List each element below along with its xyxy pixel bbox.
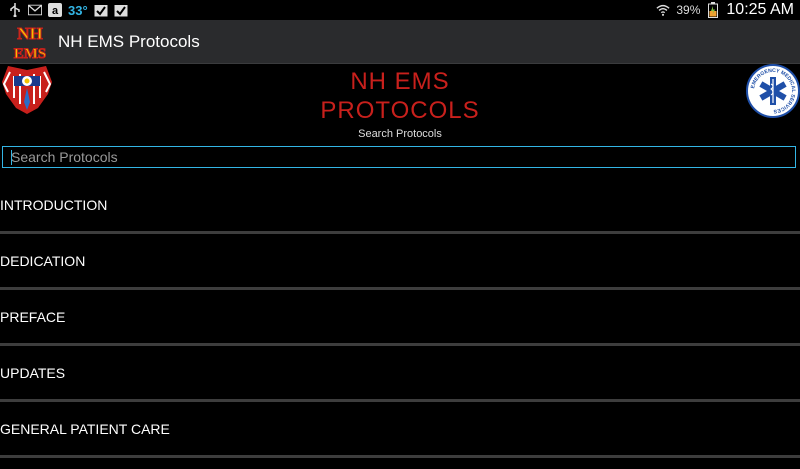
- search-label: Search Protocols: [358, 128, 442, 140]
- logo-line2: EMS: [14, 46, 47, 62]
- gmail-icon: [28, 3, 42, 17]
- task-check-icon: [114, 3, 128, 17]
- battery-icon: [706, 2, 720, 18]
- action-bar: NH EMS NH EMS Protocols: [0, 20, 800, 64]
- star-of-life-icon: EMERGENCY MEDICAL SERVICES: [746, 64, 800, 118]
- amazon-icon: a: [48, 3, 62, 17]
- list-item-dedication[interactable]: DEDICATION: [0, 234, 800, 287]
- protocol-list: INTRODUCTION DEDICATION PREFACE UPDATES …: [0, 178, 800, 458]
- search-field[interactable]: [2, 146, 796, 168]
- list-item-preface[interactable]: PREFACE: [0, 290, 800, 343]
- app-logo-icon[interactable]: NH EMS: [10, 21, 50, 62]
- header-title-line2: PROTOCOLS: [320, 97, 480, 124]
- svg-text:a: a: [52, 5, 59, 17]
- text-cursor: [11, 150, 12, 165]
- usb-icon: [8, 3, 22, 17]
- clock-time: 10:25 AM: [726, 1, 794, 18]
- app-title: NH EMS Protocols: [58, 31, 200, 51]
- wifi-icon: [656, 3, 670, 17]
- status-bar: a 33° 39% 10:25 AM: [0, 0, 800, 20]
- protocols-header: NH EMS PROTOCOLS Search Protocols EMERGE…: [0, 64, 800, 144]
- logo-line1: NH: [17, 24, 43, 43]
- header-title-line1: NH EMS: [350, 68, 450, 95]
- temperature-text: 33°: [68, 2, 88, 18]
- list-divider: [0, 455, 800, 458]
- task-check-icon: [94, 3, 108, 17]
- list-item-updates[interactable]: UPDATES: [0, 346, 800, 399]
- search-input[interactable]: [3, 147, 795, 167]
- list-item-introduction[interactable]: INTRODUCTION: [0, 178, 800, 231]
- battery-percent: 39%: [676, 3, 701, 17]
- list-item-general-patient-care[interactable]: GENERAL PATIENT CARE: [0, 402, 800, 455]
